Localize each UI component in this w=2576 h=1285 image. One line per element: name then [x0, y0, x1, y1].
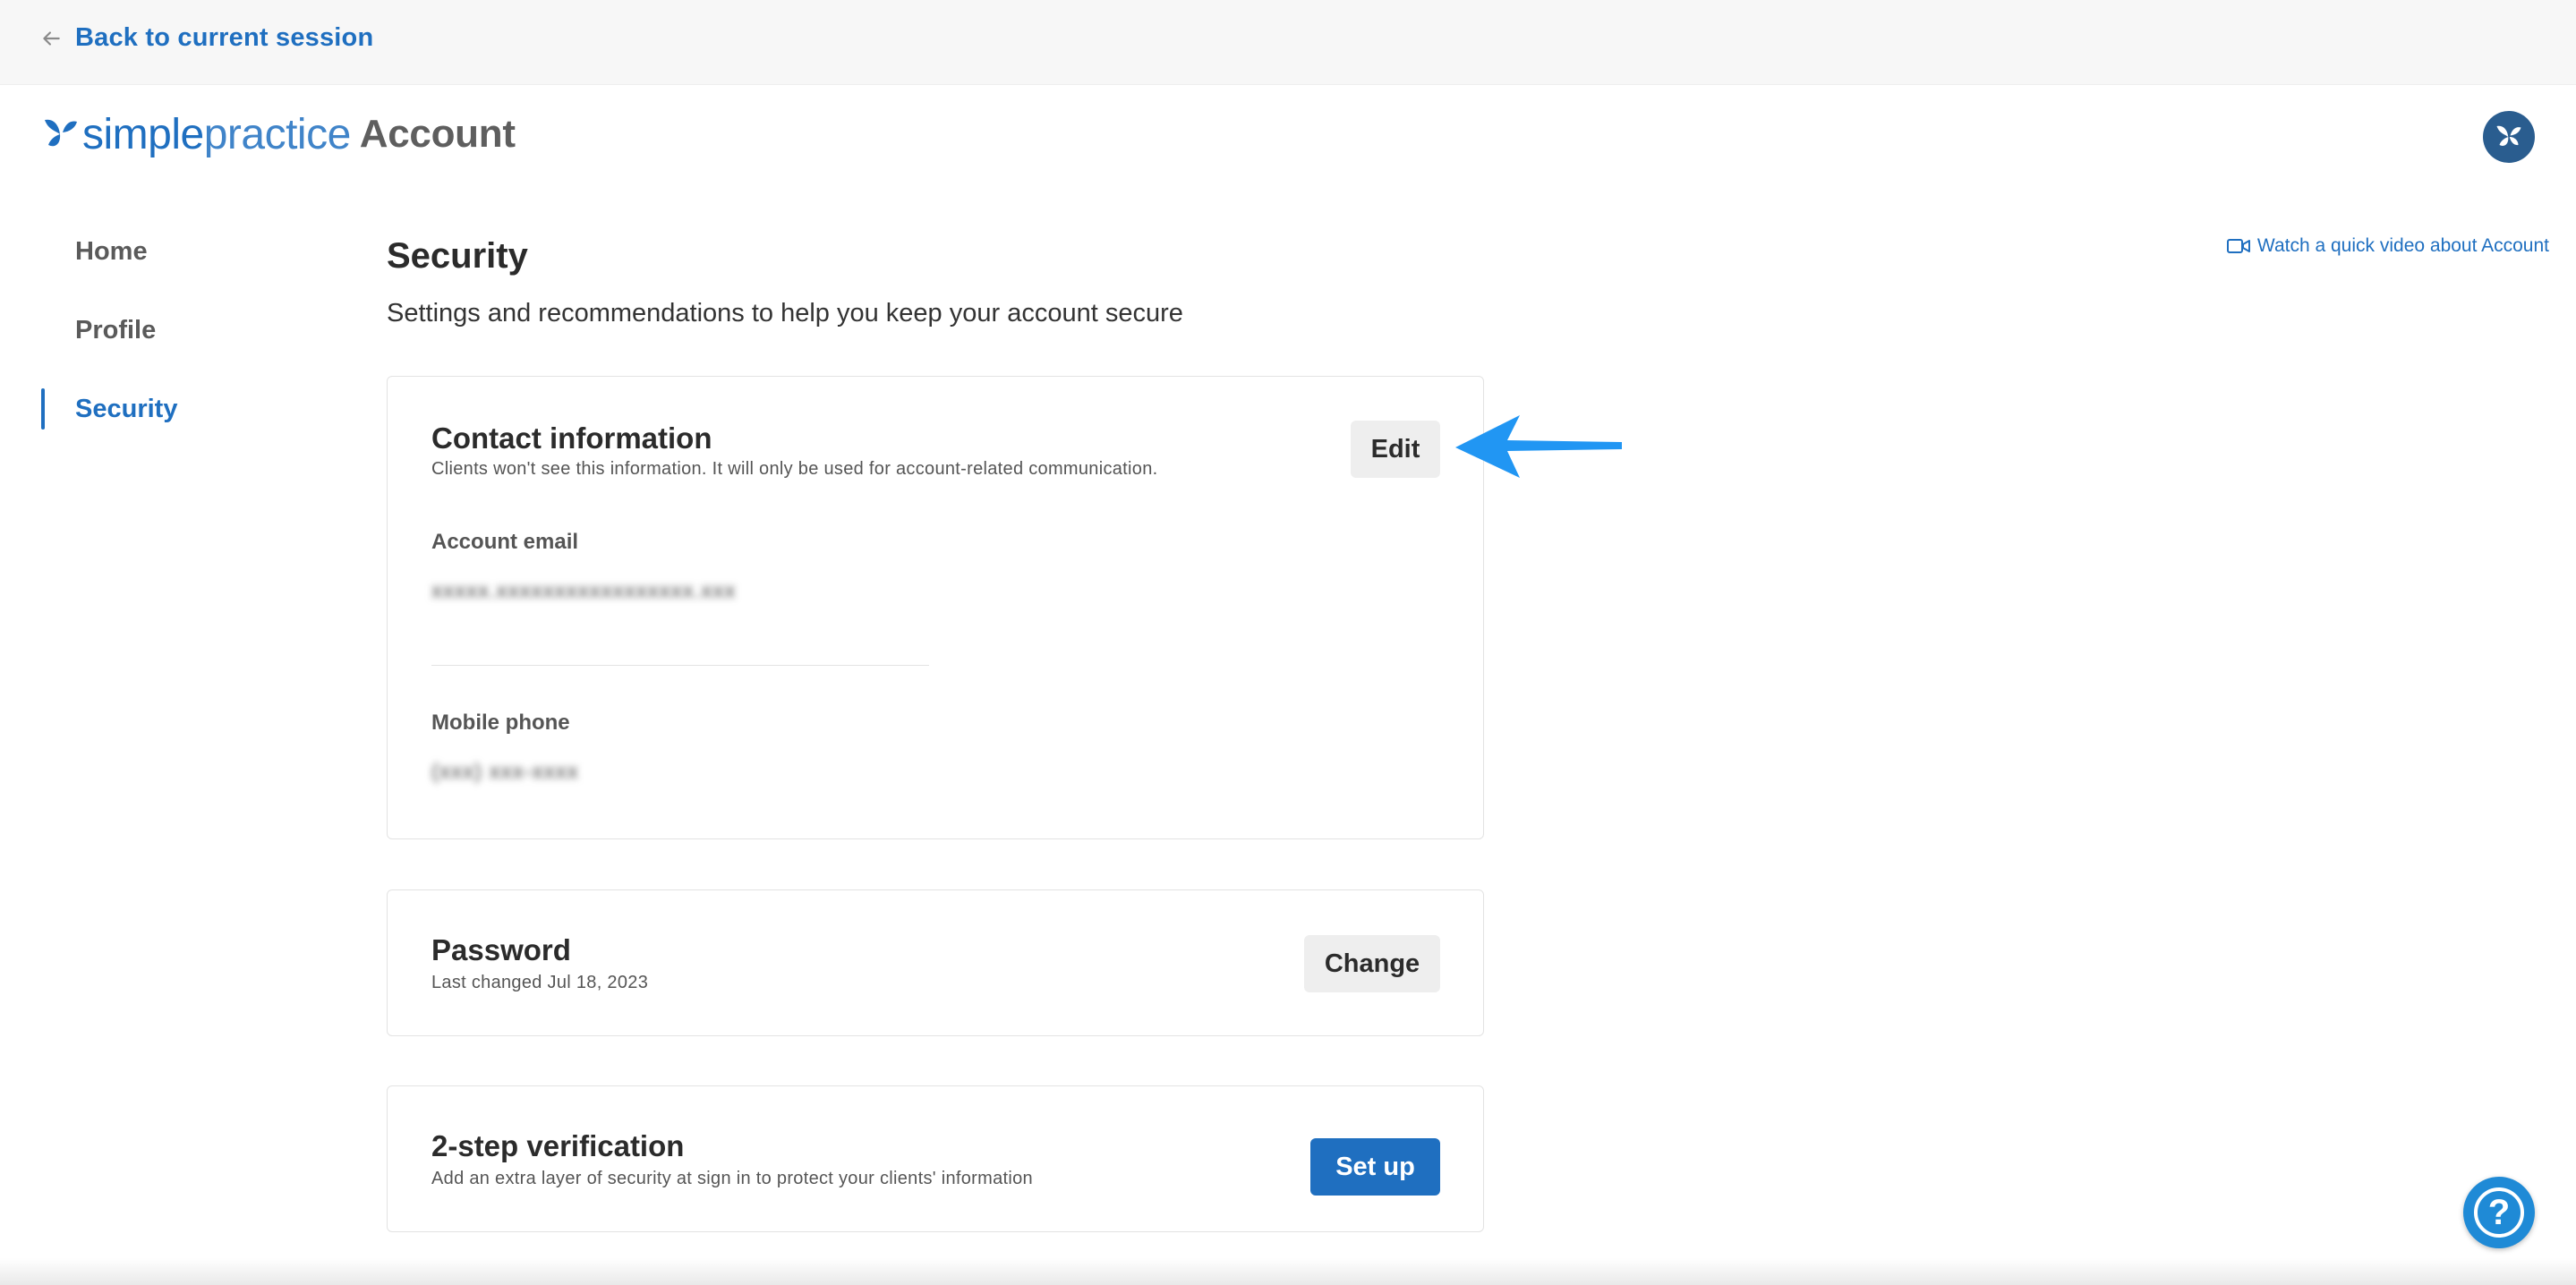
contact-information-card: Contact information Clients won't see th…	[387, 376, 1484, 839]
help-button[interactable]: ?	[2463, 1177, 2535, 1248]
watch-video-link[interactable]: Watch a quick video about Account	[2226, 235, 2549, 257]
contact-card-title: Contact information	[431, 421, 712, 455]
sidebar-item-label: Security	[75, 394, 178, 423]
mobile-phone-label: Mobile phone	[431, 711, 570, 735]
sidebar-item-security[interactable]: Security	[41, 383, 328, 435]
arrow-left-icon	[43, 30, 60, 46]
password-card-title: Password	[431, 933, 571, 966]
account-email-label: Account email	[431, 530, 579, 554]
two-step-verification-card: 2-step verification Add an extra layer o…	[387, 1085, 1484, 1232]
two-step-card-description: Add an extra layer of security at sign i…	[431, 1169, 1033, 1188]
password-card: Password Last changed Jul 18, 2023 Chang…	[387, 889, 1484, 1036]
back-to-session-link[interactable]: Back to current session	[39, 23, 373, 53]
back-link-label: Back to current session	[75, 23, 374, 52]
sidebar-nav: Home Profile Security	[41, 226, 328, 462]
brand-logo[interactable]: simple practice Account	[41, 107, 516, 161]
user-avatar-button[interactable]	[2483, 111, 2535, 163]
video-camera-icon	[2226, 239, 2250, 253]
brand-practice-text: practice	[203, 110, 352, 158]
page-subtitle: Settings and recommendations to help you…	[387, 299, 1183, 328]
brand-account-text: Account	[359, 112, 516, 156]
sidebar-item-home[interactable]: Home	[41, 226, 328, 277]
brand-simple-text: simple	[82, 110, 204, 158]
help-label: ?	[2487, 1192, 2511, 1232]
setup-two-step-button[interactable]: Set up	[1310, 1138, 1440, 1196]
bottom-shadow	[0, 1258, 2576, 1285]
sidebar-item-label: Profile	[75, 315, 157, 345]
edit-contact-button[interactable]: Edit	[1351, 421, 1440, 478]
contact-card-description: Clients won't see this information. It w…	[431, 459, 1158, 479]
sidebar-item-profile[interactable]: Profile	[41, 304, 328, 356]
change-password-button[interactable]: Change	[1304, 935, 1440, 992]
top-bar: Back to current session	[0, 0, 2576, 85]
annotation-arrow-icon	[1455, 415, 1622, 478]
page-title: Security	[387, 236, 528, 276]
two-step-card-title: 2-step verification	[431, 1129, 685, 1162]
watch-video-label: Watch a quick video about Account	[2256, 235, 2549, 256]
account-email-value: xxxxx.xxxxxxxxxxxxxxxxx.xxx	[431, 579, 737, 603]
help-icon: ?	[2474, 1187, 2524, 1238]
butterfly-avatar-icon	[2496, 125, 2521, 146]
butterfly-logo-icon	[45, 119, 77, 147]
password-last-changed: Last changed Jul 18, 2023	[431, 973, 649, 992]
mobile-phone-value: (xxx) xxx-xxxx	[431, 760, 579, 784]
field-divider	[431, 665, 929, 666]
sidebar-item-label: Home	[75, 236, 148, 266]
